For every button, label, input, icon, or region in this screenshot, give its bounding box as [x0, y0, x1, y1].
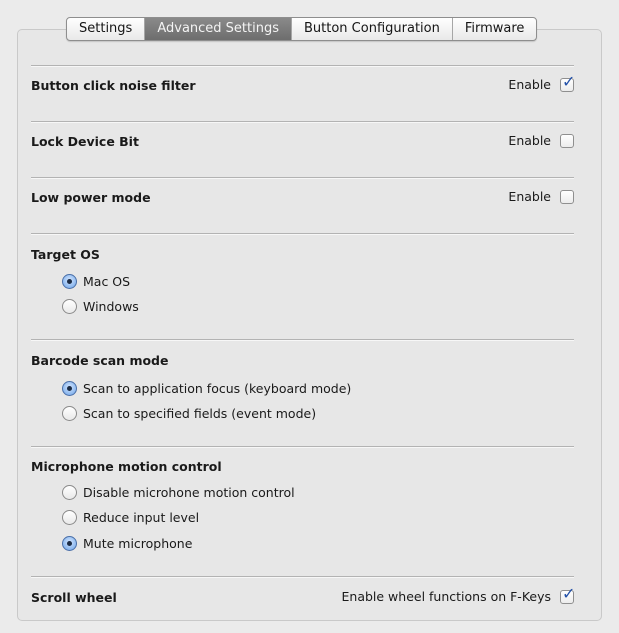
target-os-label: Target OS [31, 247, 100, 262]
radio-label: Scan to specified fields (event mode) [83, 406, 317, 421]
radio-button[interactable] [62, 536, 77, 551]
barcode-label: Barcode scan mode [31, 353, 169, 368]
radio-mute-microphone[interactable]: Mute microphone [62, 536, 192, 551]
checkmark-icon: ✓ [562, 71, 576, 91]
separator [31, 177, 574, 179]
radio-scan-keyboard-mode[interactable]: Scan to application focus (keyboard mode… [62, 381, 351, 396]
radio-label: Reduce input level [83, 510, 200, 525]
separator [31, 233, 574, 235]
radio-button[interactable] [62, 299, 77, 314]
tab-advanced-settings[interactable]: Advanced Settings [145, 18, 292, 40]
tab-bar: Settings Advanced Settings Button Config… [66, 17, 538, 41]
settings-panel [17, 29, 602, 621]
scroll-wheel-checkbox[interactable]: ✓ [560, 585, 575, 604]
low-power-enable-label: Enable [508, 189, 551, 204]
scroll-wheel-label: Scroll wheel [31, 590, 117, 605]
noise-filter-enable-label: Enable [508, 77, 551, 92]
low-power-label: Low power mode [31, 190, 151, 205]
separator [31, 576, 574, 578]
separator [31, 339, 574, 341]
radio-button[interactable] [62, 510, 77, 525]
radio-button[interactable] [62, 381, 77, 396]
noise-filter-checkbox[interactable]: ✓ [560, 73, 575, 92]
radio-reduce-input-level[interactable]: Reduce input level [62, 510, 199, 525]
radio-label: Disable microhone motion control [83, 485, 295, 500]
lock-bit-enable-label: Enable [508, 133, 551, 148]
radio-scan-event-mode[interactable]: Scan to specified fields (event mode) [62, 406, 316, 421]
noise-filter-label: Button click noise filter [31, 78, 196, 93]
radio-windows[interactable]: Windows [62, 299, 139, 314]
radio-mac-os[interactable]: Mac OS [62, 274, 130, 289]
lock-bit-checkbox[interactable] [560, 133, 574, 148]
tab-settings[interactable]: Settings [67, 18, 146, 40]
lock-bit-label: Lock Device Bit [31, 134, 139, 149]
separator [31, 121, 574, 123]
low-power-checkbox[interactable] [560, 189, 574, 204]
scroll-wheel-enable[interactable]: Enable wheel functions on F-Keys ✓ [341, 585, 576, 604]
radio-button[interactable] [62, 274, 77, 289]
microphone-label: Microphone motion control [31, 459, 222, 474]
radio-label: Mac OS [83, 274, 131, 289]
separator [31, 65, 574, 67]
noise-filter-enable[interactable]: Enable ✓ [508, 73, 575, 92]
tab-firmware[interactable]: Firmware [453, 18, 537, 40]
lock-bit-enable[interactable]: Enable [508, 133, 574, 148]
radio-disable-mic-motion[interactable]: Disable microhone motion control [62, 485, 295, 500]
separator [31, 446, 574, 448]
radio-button[interactable] [62, 485, 77, 500]
radio-button[interactable] [62, 406, 77, 421]
checkmark-icon: ✓ [562, 583, 576, 603]
radio-label: Mute microphone [83, 536, 193, 551]
low-power-enable[interactable]: Enable [508, 189, 574, 204]
scroll-wheel-enable-label: Enable wheel functions on F-Keys [341, 589, 552, 604]
tab-button-configuration[interactable]: Button Configuration [292, 18, 453, 40]
radio-label: Windows [83, 299, 139, 314]
radio-label: Scan to application focus (keyboard mode… [83, 381, 352, 396]
